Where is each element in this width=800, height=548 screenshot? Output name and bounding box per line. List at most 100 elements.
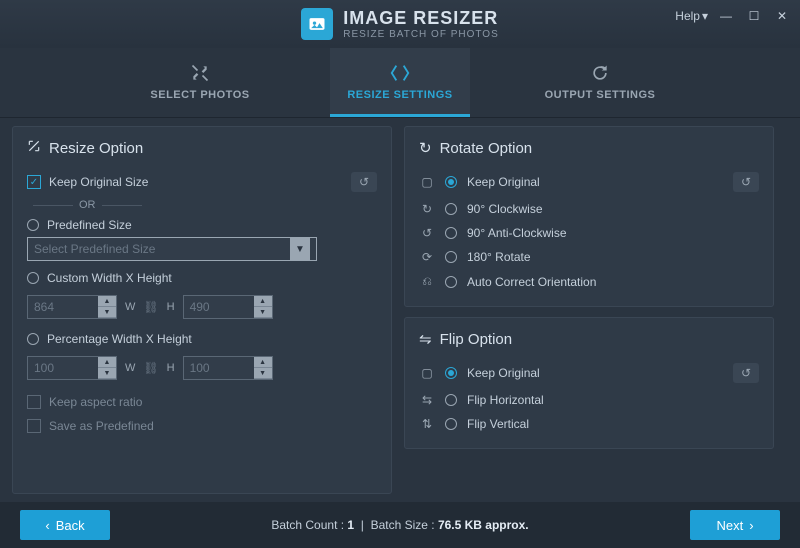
image-icon: ▢ [419, 366, 435, 380]
h-label: H [167, 362, 175, 374]
maximize-button[interactable]: ☐ [744, 6, 764, 26]
flip-option-panel: ⇋ Flip Option ▢ Keep Original ↺ ⇆ Flip H… [404, 317, 774, 449]
resize-icon [389, 61, 411, 85]
width-input[interactable]: 864▲▼ [27, 295, 117, 319]
rotate-cw-icon: ↻ [419, 202, 435, 216]
rotate-auto-radio[interactable] [445, 276, 457, 288]
predefined-size-select[interactable]: Select Predefined Size ▼ [27, 237, 317, 261]
tab-label: OUTPUT SETTINGS [545, 89, 656, 101]
keep-aspect-checkbox[interactable] [27, 395, 41, 409]
reset-flip-button[interactable]: ↺ [733, 363, 759, 383]
percent-wh-radio[interactable] [27, 333, 39, 345]
h-label: H [167, 301, 175, 313]
tab-label: RESIZE SETTINGS [347, 89, 452, 101]
titlebar: IMAGE RESIZER RESIZE BATCH OF PHOTOS Hel… [0, 0, 800, 48]
predefined-size-radio[interactable] [27, 219, 39, 231]
flip-vertical-label: Flip Vertical [467, 417, 529, 431]
flip-vertical-radio[interactable] [445, 418, 457, 430]
rotate-ccw-icon: ↺ [419, 226, 435, 240]
rotate-90ccw-label: 90° Anti-Clockwise [467, 226, 567, 240]
rotate-90cw-label: 90° Clockwise [467, 202, 543, 216]
next-button[interactable]: Next › [690, 510, 780, 540]
spin-up[interactable]: ▲ [254, 296, 272, 307]
close-button[interactable]: ✕ [772, 6, 792, 26]
resize-header-icon [27, 139, 41, 157]
or-divider: OR [27, 199, 377, 211]
height-input[interactable]: 490▲▼ [183, 295, 273, 319]
flip-header-icon: ⇋ [419, 330, 432, 348]
app-logo [301, 8, 333, 40]
spin-down[interactable]: ▼ [98, 368, 116, 379]
custom-wh-radio[interactable] [27, 272, 39, 284]
rotate-90ccw-radio[interactable] [445, 227, 457, 239]
resize-header: Resize Option [27, 139, 377, 157]
reset-rotate-button[interactable]: ↺ [733, 172, 759, 192]
tab-resize-settings[interactable]: RESIZE SETTINGS [330, 48, 470, 117]
keep-original-size-label: Keep Original Size [49, 175, 148, 189]
chevron-right-icon: › [749, 518, 753, 533]
next-label: Next [716, 518, 743, 533]
save-predefined-checkbox[interactable] [27, 419, 41, 433]
predefined-size-label: Predefined Size [47, 218, 132, 232]
predefined-placeholder: Select Predefined Size [34, 242, 155, 256]
auto-rotate-icon: ⎌ [419, 274, 435, 289]
rotate-180-icon: ⟳ [419, 250, 435, 264]
back-label: Back [56, 518, 85, 533]
rotate-header-label: Rotate Option [440, 140, 533, 157]
flip-horizontal-label: Flip Horizontal [467, 393, 544, 407]
expand-icon [190, 61, 210, 85]
app-title: IMAGE RESIZER [343, 8, 499, 29]
pct-width-input[interactable]: 100▲▼ [27, 356, 117, 380]
flip-horizontal-radio[interactable] [445, 394, 457, 406]
rotate-option-panel: ↻ Rotate Option ▢ Keep Original ↺ ↻ 90° … [404, 126, 774, 307]
help-menu[interactable]: Help ▾ [675, 9, 708, 23]
flip-header: ⇋ Flip Option [419, 330, 759, 348]
resize-option-panel: Resize Option Keep Original Size ↺ OR Pr… [12, 126, 392, 494]
rotate-180-radio[interactable] [445, 251, 457, 263]
rotate-header: ↻ Rotate Option [419, 139, 759, 157]
spin-up[interactable]: ▲ [254, 357, 272, 368]
flip-h-icon: ⇆ [419, 393, 435, 407]
flip-keep-label: Keep Original [467, 366, 540, 380]
rotate-auto-label: Auto Correct Orientation [467, 275, 596, 289]
tab-output-settings[interactable]: OUTPUT SETTINGS [530, 48, 670, 117]
pct-height-input[interactable]: 100▲▼ [183, 356, 273, 380]
image-icon: ▢ [419, 175, 435, 189]
custom-wh-label: Custom Width X Height [47, 271, 172, 285]
tab-label: SELECT PHOTOS [150, 89, 249, 101]
help-label: Help [675, 9, 700, 23]
flip-header-label: Flip Option [440, 331, 513, 348]
minimize-button[interactable]: — [716, 6, 736, 26]
keep-aspect-label: Keep aspect ratio [49, 395, 142, 409]
flip-v-icon: ⇅ [419, 417, 435, 431]
rotate-keep-radio[interactable] [445, 176, 457, 188]
rotate-keep-label: Keep Original [467, 175, 540, 189]
app-subtitle: RESIZE BATCH OF PHOTOS [343, 29, 499, 40]
back-button[interactable]: ‹ Back [20, 510, 110, 540]
spin-down[interactable]: ▼ [254, 307, 272, 318]
reset-resize-button[interactable]: ↺ [351, 172, 377, 192]
refresh-icon [590, 61, 610, 85]
chevron-down-icon: ▼ [290, 238, 310, 260]
w-label: W [125, 362, 135, 374]
spin-up[interactable]: ▲ [98, 296, 116, 307]
content-area: Resize Option Keep Original Size ↺ OR Pr… [0, 118, 800, 502]
flip-keep-radio[interactable] [445, 367, 457, 379]
spin-down[interactable]: ▼ [254, 368, 272, 379]
tab-bar: SELECT PHOTOS RESIZE SETTINGS OUTPUT SET… [0, 48, 800, 118]
keep-original-size-checkbox[interactable] [27, 175, 41, 189]
tab-select-photos[interactable]: SELECT PHOTOS [130, 48, 270, 117]
rotate-90cw-radio[interactable] [445, 203, 457, 215]
rotate-180-label: 180° Rotate [467, 250, 531, 264]
resize-header-label: Resize Option [49, 140, 143, 157]
batch-info: Batch Count : 1 | Batch Size : 76.5 KB a… [110, 518, 690, 532]
spin-down[interactable]: ▼ [98, 307, 116, 318]
spin-up[interactable]: ▲ [98, 357, 116, 368]
rotate-header-icon: ↻ [419, 139, 432, 157]
chevron-down-icon: ▾ [702, 9, 708, 23]
link-aspect-icon[interactable]: ⛓ [143, 300, 158, 314]
save-predefined-label: Save as Predefined [49, 419, 154, 433]
footer-bar: ‹ Back Batch Count : 1 | Batch Size : 76… [0, 502, 800, 548]
percent-wh-label: Percentage Width X Height [47, 332, 192, 346]
link-aspect-icon[interactable]: ⛓ [143, 361, 158, 375]
